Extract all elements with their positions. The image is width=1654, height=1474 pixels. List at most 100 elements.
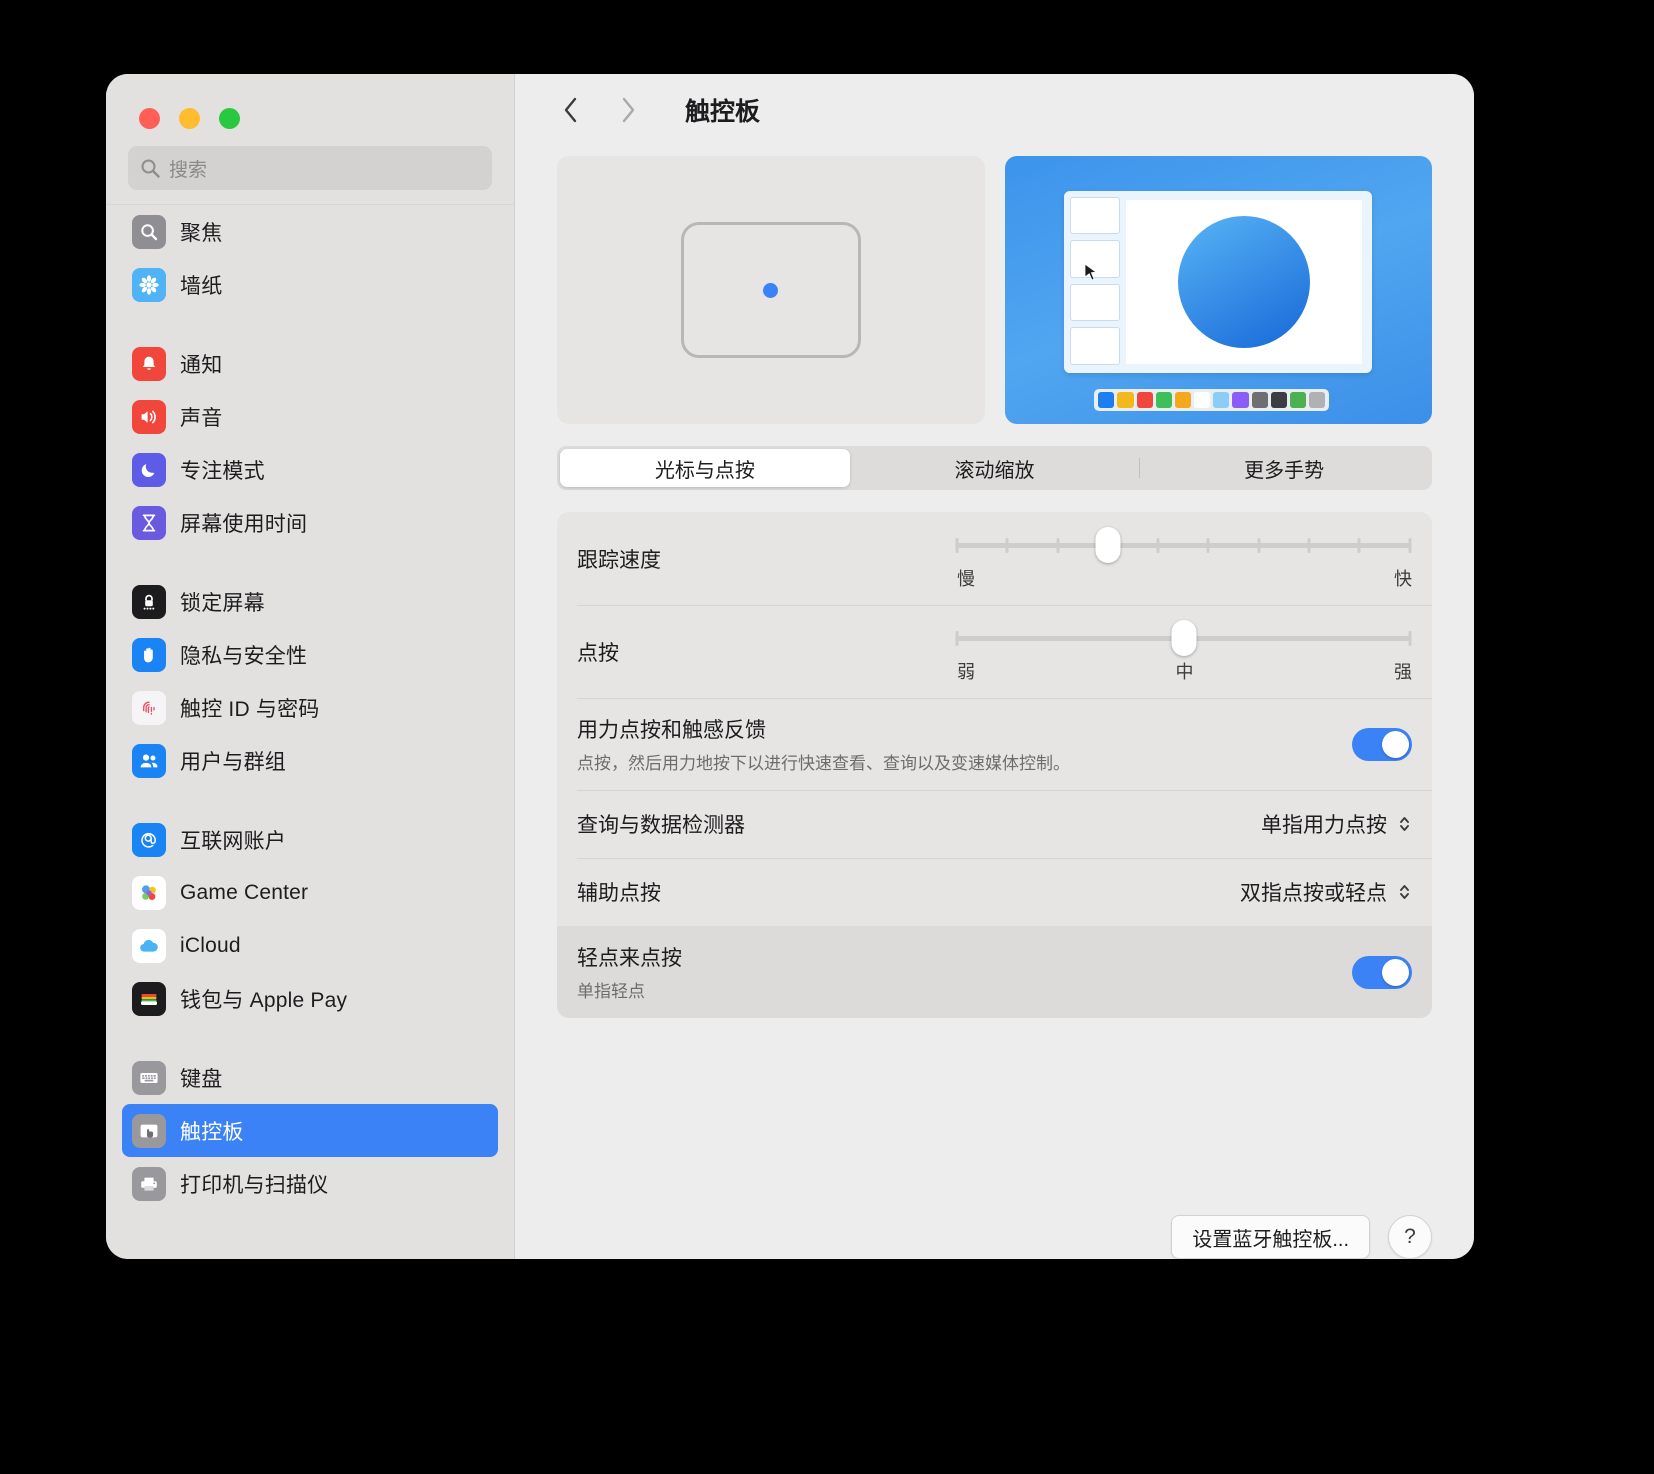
preview-canvas	[1125, 199, 1363, 365]
sidebar-item-screen-time[interactable]: 屏幕使用时间	[122, 496, 498, 549]
sidebar-item-label: 通知	[180, 353, 223, 377]
slider-tick	[1156, 538, 1160, 553]
sidebar-group: 键盘 触控板 打印机与扫描仪	[122, 1051, 498, 1210]
lookup-row: 查询与数据检测器 单指用力点按	[557, 790, 1432, 858]
palette-swatch	[1117, 391, 1134, 408]
tab-scroll-and-zoom[interactable]: 滚动缩放	[850, 449, 1140, 487]
secondary-click-popup-button[interactable]: 双指点按或轻点	[1240, 877, 1412, 907]
minimize-button[interactable]	[179, 108, 200, 129]
sidebar-divider	[122, 1025, 498, 1051]
sidebar-item-keyboard[interactable]: 键盘	[122, 1051, 498, 1104]
preview-thumb	[1070, 196, 1120, 235]
sidebar-item-notifications[interactable]: 通知	[122, 337, 498, 390]
slider-tick	[1257, 538, 1261, 553]
sidebar-item-label: 键盘	[180, 1067, 223, 1091]
tracking-speed-slider-labels: 慢 快	[957, 565, 1412, 591]
page-title: 触控板	[685, 98, 761, 126]
chevron-up-down-icon	[1400, 817, 1409, 831]
preview-thumb	[1070, 327, 1120, 365]
slider-tick	[1005, 538, 1009, 553]
sidebar-item-label: 互联网账户	[180, 829, 286, 853]
tracking-speed-max-label: 快	[1394, 569, 1412, 589]
sidebar-item-users-groups[interactable]: 用户与群组	[122, 734, 498, 787]
sidebar-item-trackpad[interactable]: 触控板	[122, 1104, 498, 1157]
click-min-label: 弱	[957, 662, 975, 682]
tab-cursor-and-click[interactable]: 光标与点按	[560, 449, 850, 487]
slider-track	[957, 543, 1410, 548]
notifications-icon	[132, 346, 166, 381]
lock-screen-icon	[132, 584, 166, 619]
tracking-speed-label-wrap: 跟踪速度	[577, 528, 957, 590]
close-button[interactable]	[139, 108, 160, 129]
search-placeholder: 搜索	[169, 159, 208, 181]
sidebar-item-privacy-security[interactable]: 隐私与安全性	[122, 628, 498, 681]
sidebar-group: 互联网账户 Game Center iCloud 钱包与 Apple Pay	[122, 813, 498, 1025]
sidebar-item-label: 屏幕使用时间	[180, 512, 308, 536]
sidebar-item-label: 锁定屏幕	[180, 591, 265, 615]
focus-icon	[132, 452, 166, 487]
palette-swatch	[1289, 391, 1307, 408]
click-slider[interactable]	[955, 620, 1412, 656]
trackpad-outline	[680, 222, 861, 358]
back-button[interactable]	[555, 93, 585, 127]
tab-label: 滚动缩放	[954, 459, 1035, 482]
help-button[interactable]: ?	[1388, 1215, 1432, 1259]
secondary-click-label: 辅助点按	[577, 882, 661, 905]
sidebar-item-spotlight[interactable]: 聚焦	[122, 205, 498, 258]
palette-swatch	[1270, 391, 1287, 408]
preview-sidebar	[1064, 190, 1126, 374]
sidebar-item-printers-scanners[interactable]: 打印机与扫描仪	[122, 1157, 498, 1210]
sidebar-item-game-center[interactable]: Game Center	[122, 866, 498, 919]
sidebar-item-touch-id[interactable]: 触控 ID 与密码	[122, 681, 498, 734]
force-click-text-wrap: 用力点按和触感反馈 点按，然后用力地按下以进行快速查看、查询以及变速媒体控制。	[577, 698, 1352, 790]
setup-bluetooth-trackpad-button[interactable]: 设置蓝牙触控板...	[1171, 1215, 1370, 1259]
sidebar-item-label: 打印机与扫描仪	[180, 1173, 329, 1197]
lookup-value: 单指用力点按	[1261, 814, 1387, 837]
tracking-speed-label: 跟踪速度	[577, 548, 661, 572]
tracking-speed-slider[interactable]	[955, 527, 1412, 563]
system-settings-window: 搜索 聚焦 墙纸 通知 声音 专注模式 屏幕使用时间 锁定屏幕 隐私与安全性 触…	[106, 74, 1474, 1259]
tab-more-gestures[interactable]: 更多手势	[1139, 449, 1429, 487]
maximize-button[interactable]	[219, 108, 240, 129]
sidebar-item-wallpaper[interactable]: 墙纸	[122, 258, 498, 311]
sidebar-item-wallet-apple-pay[interactable]: 钱包与 Apple Pay	[122, 972, 498, 1025]
sidebar-item-label: 聚焦	[180, 221, 223, 245]
sidebar-item-focus[interactable]: 专注模式	[122, 443, 498, 496]
sidebar-item-lock-screen[interactable]: 锁定屏幕	[122, 575, 498, 628]
sidebar-item-label: 声音	[180, 406, 223, 430]
sound-icon	[132, 399, 166, 434]
lookup-popup-button[interactable]: 单指用力点按	[1261, 809, 1412, 839]
icloud-icon	[132, 928, 166, 963]
palette-swatch	[1213, 391, 1230, 408]
cursor-arrow-icon	[1084, 263, 1097, 281]
search-input[interactable]: 搜索	[128, 146, 492, 190]
tap-to-click-text-wrap: 轻点来点按 单指轻点	[577, 926, 1352, 1018]
segmented-tabs[interactable]: 光标与点按 滚动缩放 更多手势	[557, 446, 1432, 490]
sidebar-item-sound[interactable]: 声音	[122, 390, 498, 443]
palette-swatch	[1174, 391, 1192, 408]
screen: 搜索 聚焦 墙纸 通知 声音 专注模式 屏幕使用时间 锁定屏幕 隐私与安全性 触…	[0, 0, 1654, 1474]
slider-tick	[1408, 631, 1412, 646]
slider-tick	[955, 631, 959, 646]
wallet-icon	[132, 981, 166, 1016]
palette-swatch	[1232, 391, 1249, 408]
sidebar-item-icloud[interactable]: iCloud	[122, 919, 498, 972]
sidebar-item-internet-accounts[interactable]: 互联网账户	[122, 813, 498, 866]
toggle-thumb	[1382, 958, 1409, 986]
main-content: 触控板 光标与点按 滚动缩放 更多手势 跟踪速度 慢 快 点按 弱 中 强 用力…	[515, 74, 1474, 1259]
sidebar-item-label: iCloud	[180, 933, 241, 957]
internet-accounts-icon	[132, 822, 166, 857]
force-click-toggle[interactable]	[1352, 727, 1412, 761]
users-icon	[132, 743, 166, 778]
tap-to-click-toggle[interactable]	[1352, 955, 1412, 989]
forward-button[interactable]	[613, 93, 643, 127]
sidebar-list[interactable]: 聚焦 墙纸 通知 声音 专注模式 屏幕使用时间 锁定屏幕 隐私与安全性 触控 I…	[106, 204, 514, 1259]
settings-content: 光标与点按 滚动缩放 更多手势 跟踪速度 慢 快 点按 弱 中 强 用力点按和触…	[515, 146, 1474, 1187]
tracking-speed-slider-knob[interactable]	[1095, 527, 1121, 563]
click-mid-label: 中	[1175, 662, 1194, 682]
click-slider-knob[interactable]	[1171, 620, 1196, 656]
slider-tick	[1307, 538, 1311, 553]
preview-app-window	[1064, 190, 1373, 374]
click-label-wrap: 点按	[577, 621, 957, 683]
keyboard-icon	[132, 1060, 166, 1095]
